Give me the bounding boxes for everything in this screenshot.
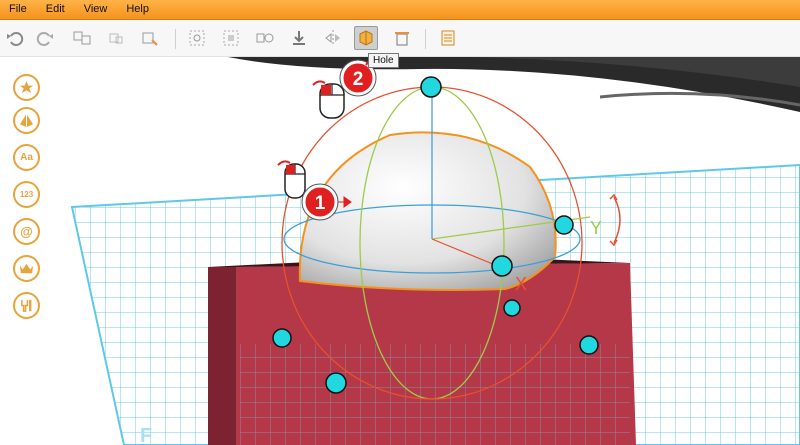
handle-bottom [325, 372, 347, 394]
undo-icon[interactable] [3, 26, 27, 50]
toolbar-separator [425, 29, 426, 49]
text-icon: Aa [20, 152, 33, 163]
box-left-face [208, 267, 236, 445]
step-number-2: 2 [353, 69, 364, 90]
symbols-button[interactable]: @ [13, 218, 40, 245]
menu-bar: File Edit View Help [0, 0, 800, 20]
mirror-icon[interactable] [321, 26, 345, 50]
download-icon[interactable] [287, 26, 311, 50]
notes-icon[interactable] [436, 26, 460, 50]
numbers-button[interactable]: 123 [13, 181, 40, 208]
toolbar-separator [175, 29, 176, 49]
favorites-button[interactable] [13, 74, 40, 101]
tools-button[interactable] [13, 292, 40, 319]
import-icon[interactable] [138, 26, 162, 50]
text-button[interactable]: Aa [13, 144, 40, 171]
axis-label-x: X [515, 274, 527, 294]
paste-cubes-icon[interactable] [104, 26, 128, 50]
at-icon: @ [20, 224, 33, 239]
3d-viewport[interactable]: F Y X 1 2 Aa 123 @ [0, 57, 800, 445]
shapes-button[interactable] [13, 107, 40, 134]
copy-cubes-icon[interactable] [70, 26, 94, 50]
hole-icon[interactable] [354, 26, 378, 50]
menu-help[interactable]: Help [117, 0, 159, 19]
menu-view[interactable]: View [75, 0, 118, 19]
group-icon[interactable] [219, 26, 243, 50]
toolbar [0, 20, 800, 57]
handle-lower-center [503, 299, 521, 317]
menu-file[interactable]: File [0, 0, 37, 19]
pyramid-icon [19, 113, 34, 128]
handle-left [272, 328, 292, 348]
redo-icon[interactable] [33, 26, 57, 50]
menu-edit[interactable]: Edit [37, 0, 75, 19]
tools-icon [21, 299, 32, 312]
step-number-1: 1 [315, 193, 326, 214]
scene: F Y X 1 2 [70, 57, 800, 445]
handle-right [554, 215, 574, 235]
svg-text:F: F [140, 425, 152, 445]
handle-top [420, 76, 442, 98]
axis-label-y: Y [590, 218, 602, 238]
handle-center [491, 255, 513, 277]
crown-button[interactable] [13, 255, 40, 282]
handle-far-right [579, 335, 599, 355]
align-icon[interactable] [185, 26, 209, 50]
mouse-click-icon-1 [277, 160, 306, 199]
star-icon [19, 80, 34, 94]
crown-icon [19, 263, 34, 274]
delete-icon[interactable] [390, 26, 414, 50]
mouse-click-icon-2 [312, 80, 345, 119]
ungroup-icon[interactable] [253, 26, 277, 50]
numbers-icon: 123 [19, 190, 34, 199]
hole-tooltip: Hole [368, 53, 399, 68]
